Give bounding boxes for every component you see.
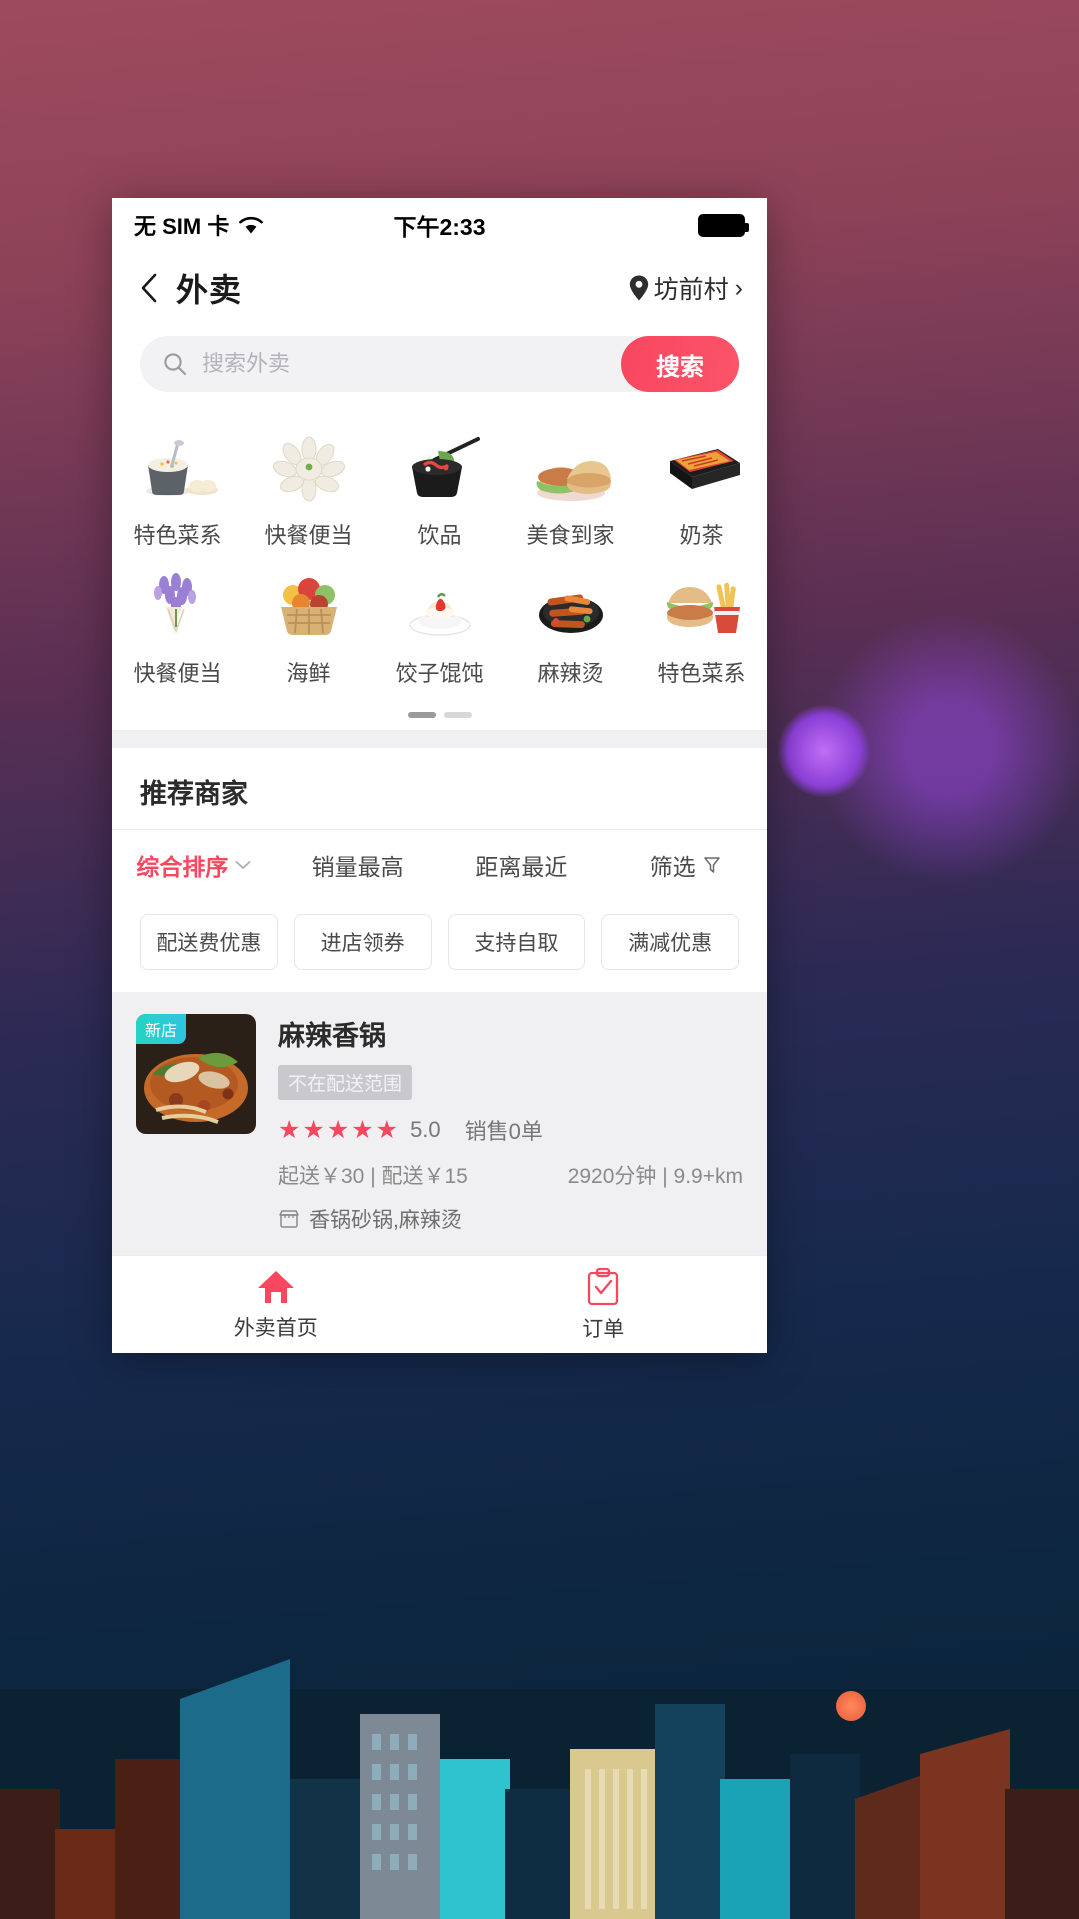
back-chevron-icon[interactable] (136, 271, 162, 305)
category-label: 麻辣烫 (537, 661, 604, 686)
sort-tab-comprehensive[interactable]: 综合排序 (112, 848, 276, 882)
sort-tab-label: 销量最高 (311, 854, 404, 880)
category-label: 特色菜系 (657, 661, 746, 686)
search-bar[interactable]: 搜索 (140, 336, 739, 392)
section-divider (112, 730, 767, 748)
shop-info: 麻辣香锅 不在配送范围 ★★★★★ 5.0 销售0单 起送￥30 | 配送￥15… (278, 1014, 743, 1234)
dumplings-icon (261, 428, 357, 508)
category-label: 饺子馄饨 (395, 661, 484, 686)
status-bar-left: 无 SIM 卡 (134, 209, 264, 241)
category-item-meishi-daojia[interactable]: 美食到家 (505, 418, 636, 556)
rating-row: ★★★★★ 5.0 销售0单 (278, 1114, 743, 1146)
nav-bar: 外卖 坊前村 › (112, 252, 767, 324)
carrier-label: 无 SIM 卡 (134, 214, 230, 239)
category-item-haixian[interactable]: 海鲜 (243, 556, 374, 694)
category-item-tese-caixi[interactable]: 特色菜系 (112, 418, 243, 556)
chevron-down-icon (235, 861, 251, 870)
page-dot-active (407, 712, 436, 718)
filter-icon (703, 857, 720, 873)
shop-tags: 香锅砂锅,麻辣烫 (309, 1209, 462, 1232)
flower-bouquet-icon (130, 566, 226, 646)
category-label: 快餐便当 (133, 661, 222, 686)
delivery-distance: 2920分钟 | 9.9+km (567, 1165, 743, 1188)
burger-fries-icon (654, 566, 750, 646)
status-bar: 无 SIM 卡 下午2:33 (112, 198, 767, 252)
burger-icon (523, 428, 619, 508)
category-page-indicator[interactable] (112, 698, 767, 730)
clipboard-check-icon (588, 1267, 619, 1305)
price-row: 起送￥30 | 配送￥15 2920分钟 | 9.9+km (278, 1160, 743, 1190)
bokeh-dot-purple-glow (778, 705, 870, 797)
fruit-basket-icon (261, 566, 357, 646)
tab-label: 外卖首页 (233, 1316, 318, 1340)
star-rating-icon: ★★★★★ (278, 1116, 401, 1144)
delivery-price: 起送￥30 | 配送￥15 (278, 1165, 468, 1188)
sort-tab-label: 筛选 (649, 854, 696, 880)
category-item-yinpin[interactable]: 饮品 (374, 418, 505, 556)
filter-chip-row: 配送费优惠 进店领券 支持自取 满减优惠 (112, 900, 767, 992)
category-label: 快餐便当 (264, 523, 353, 548)
sort-tab-distance[interactable]: 距离最近 (440, 848, 604, 882)
home-icon (257, 1270, 294, 1303)
sort-tab-sales[interactable]: 销量最高 (276, 848, 440, 882)
sort-tab-filter[interactable]: 筛选 (603, 848, 767, 882)
location-selector[interactable]: 坊前村 › (628, 270, 743, 306)
page-dot (443, 712, 472, 718)
status-badge: 不在配送范围 (278, 1065, 413, 1100)
category-row-1: 特色菜系 快餐便当 饮品 美食到家 奶茶 (112, 418, 767, 556)
sales-count: 销售0单 (464, 1119, 543, 1144)
city-skyline-svg (0, 1659, 1079, 1919)
porridge-bowl-icon (130, 428, 226, 508)
filter-chip-delivery-discount[interactable]: 配送费优惠 (140, 914, 278, 970)
category-label: 奶茶 (679, 523, 724, 548)
background-city-illustration (0, 1359, 1079, 1919)
shop-card[interactable]: 新店 麻辣香锅 不在配送范围 ★★★★★ 5.0 销售0单 起送￥30 | 配送… (112, 992, 767, 1252)
battery-full-icon (698, 213, 749, 237)
category-label: 海鲜 (286, 661, 331, 686)
grilled-skewers-icon (523, 566, 619, 646)
sort-tab-label: 距离最近 (475, 854, 568, 880)
category-label: 饮品 (417, 523, 462, 548)
filter-chip-self-pickup[interactable]: 支持自取 (447, 914, 586, 970)
shop-thumbnail: 新店 (136, 1014, 256, 1134)
category-item-jiaozi-huntun[interactable]: 饺子馄饨 (374, 556, 505, 694)
status-bar-right (698, 213, 749, 237)
shop-tag-row: 香锅砂锅,麻辣烫 (278, 1204, 743, 1234)
sort-tab-label: 综合排序 (136, 854, 229, 880)
chevron-right-icon: › (734, 273, 743, 302)
sort-bar: 综合排序 销量最高 距离最近 筛选 (112, 830, 767, 900)
category-item-malatang[interactable]: 麻辣烫 (505, 556, 636, 694)
tab-home[interactable]: 外卖首页 (112, 1256, 440, 1353)
rating-score: 5.0 (410, 1117, 441, 1142)
storefront-icon (279, 1210, 299, 1228)
page-title: 外卖 (176, 272, 243, 308)
tab-label: 订单 (582, 1317, 625, 1341)
hotpot-noodle-icon (392, 428, 488, 508)
wifi-icon (239, 216, 264, 234)
strawberry-cake-icon (392, 566, 488, 646)
search-icon (164, 353, 187, 376)
location-pin-icon (629, 275, 648, 301)
bento-box-icon (654, 428, 750, 508)
location-label: 坊前村 (653, 276, 729, 304)
category-row-2: 快餐便当 海鲜 饺子馄饨 麻辣烫 特色菜系 (112, 556, 767, 694)
filter-chip-full-reduction[interactable]: 满减优惠 (601, 914, 739, 970)
category-label: 美食到家 (526, 523, 615, 548)
category-item-naicha[interactable]: 奶茶 (636, 418, 767, 556)
category-item-kuaican-biandang-2[interactable]: 快餐便当 (112, 556, 243, 694)
search-button[interactable]: 搜索 (621, 336, 739, 392)
new-store-badge: 新店 (136, 1014, 187, 1044)
bottom-tab-bar: 外卖首页 订单 (112, 1255, 767, 1353)
category-item-kuaican-biandang[interactable]: 快餐便当 (243, 418, 374, 556)
tab-orders[interactable]: 订单 (440, 1256, 768, 1353)
search-section: 搜索 (112, 324, 767, 412)
category-item-tese-caixi-2[interactable]: 特色菜系 (636, 556, 767, 694)
bokeh-dot-orange (836, 1691, 866, 1721)
category-label: 特色菜系 (133, 523, 222, 548)
section-title-recommend: 推荐商家 (112, 748, 767, 829)
phone-screen: 无 SIM 卡 下午2:33 外卖 坊前村 › 搜索外卖 搜索 特色菜系 快餐便… (112, 198, 767, 1353)
shop-name: 麻辣香锅 (278, 1021, 386, 1051)
filter-chip-coupon[interactable]: 进店领券 (293, 914, 432, 970)
category-grid: 特色菜系 快餐便当 饮品 美食到家 奶茶 快餐便当 海鲜 饺子馄饨 麻辣烫 特色… (112, 412, 767, 698)
